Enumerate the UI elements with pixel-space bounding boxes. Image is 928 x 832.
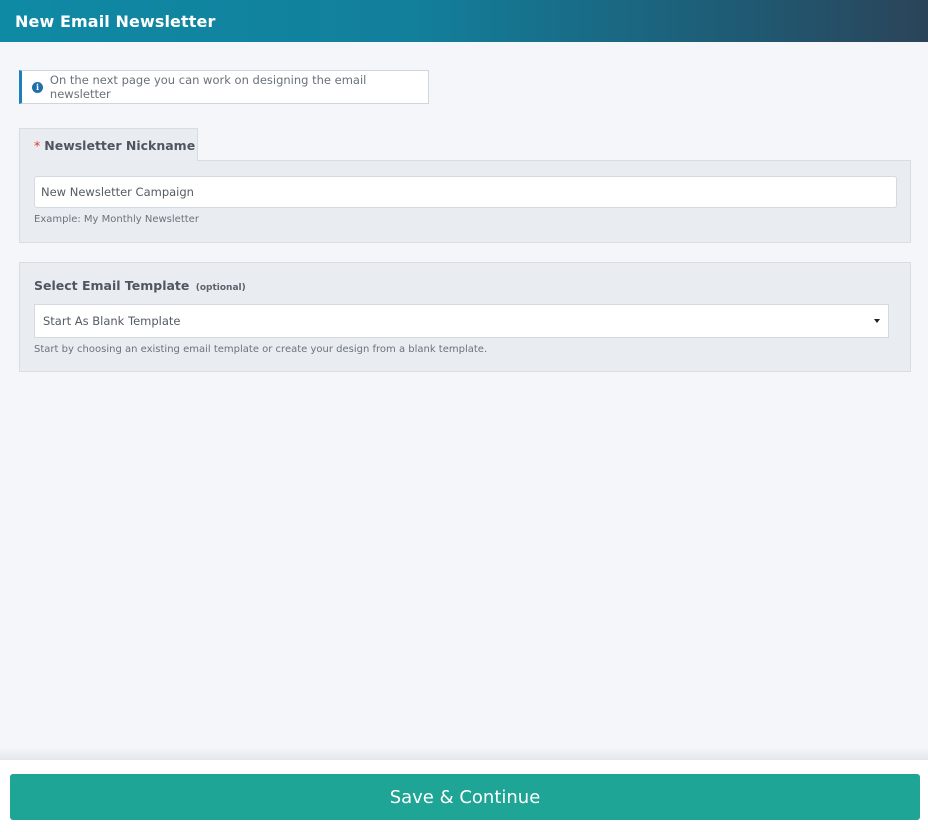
nickname-label: Newsletter Nickname [44,137,196,153]
required-marker: * [34,137,41,153]
template-label: Select Email Template (optional) [34,278,246,293]
nickname-panel: Example: My Monthly Newsletter [19,160,911,243]
template-panel: Select Email Template (optional) Start A… [19,262,911,372]
nickname-input[interactable] [34,176,897,208]
nickname-tab: * Newsletter Nickname [19,128,198,161]
footer-bar: Save & Continue [0,760,928,832]
template-label-text: Select Email Template [34,278,190,293]
optional-tag: (optional) [195,283,246,293]
template-select[interactable]: Start As Blank Template [34,304,889,338]
page-title: New Email Newsletter [15,11,216,31]
caret-down-icon [874,319,880,323]
nickname-hint: Example: My Monthly Newsletter [34,214,199,225]
notice-text: On the next page you can work on designi… [49,73,367,101]
template-selected-value: Start As Blank Template [43,314,181,328]
info-icon: i [32,81,43,93]
info-notice: i On the next page you can work on desig… [19,70,429,104]
page-header: New Email Newsletter [0,0,928,42]
save-continue-button[interactable]: Save & Continue [10,774,920,820]
template-hint: Start by choosing an existing email temp… [34,344,488,355]
